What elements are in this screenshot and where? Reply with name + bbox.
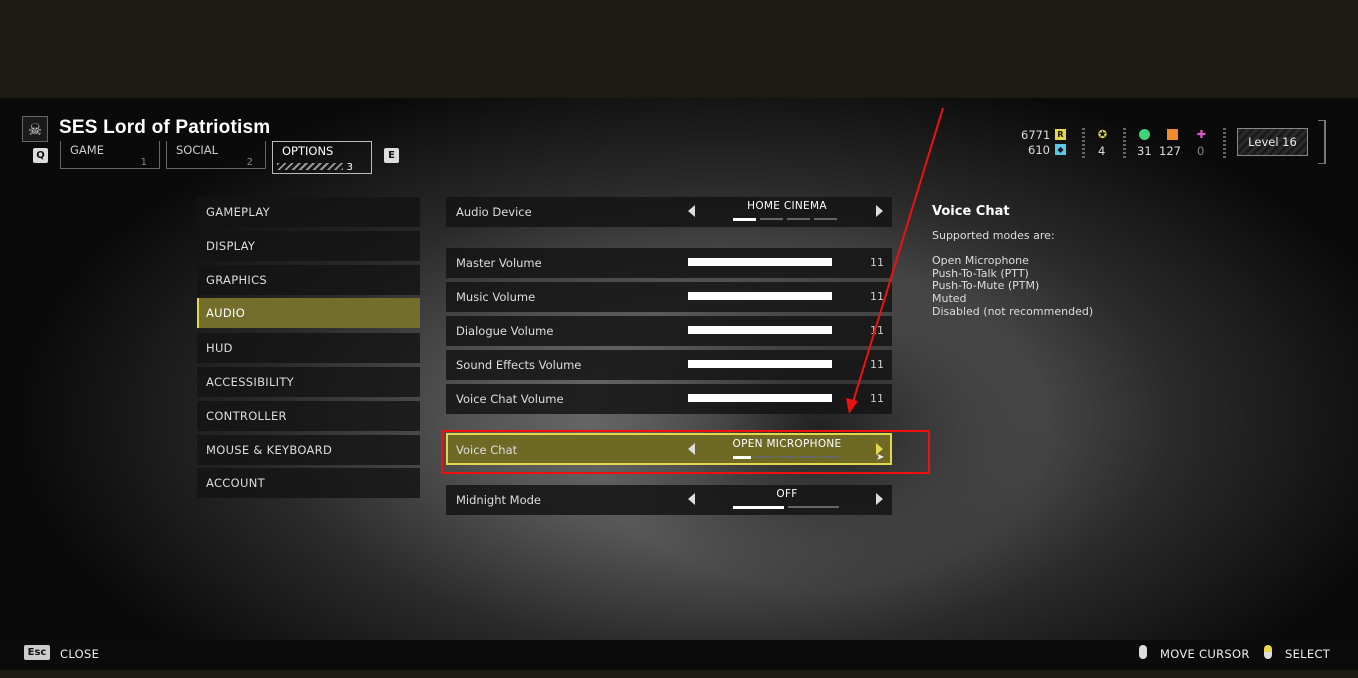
info-intro: Supported modes are: [932, 229, 1055, 242]
select-hint: SELECT [1285, 647, 1331, 661]
info-mode: Disabled (not recommended) [932, 305, 1094, 318]
info-mode: Push-To-Mute (PTM) [932, 279, 1040, 292]
annotation-arrow [846, 107, 944, 414]
info-mode: Muted [932, 292, 967, 305]
info-mode: Open Microphone [932, 254, 1029, 267]
mouse-click-icon [1264, 645, 1272, 659]
close-button[interactable]: CLOSE [60, 647, 99, 661]
move-cursor-hint: MOVE CURSOR [1160, 647, 1250, 661]
info-title: Voice Chat [932, 204, 1010, 219]
esc-key[interactable]: Esc [24, 645, 50, 660]
mouse-move-icon [1139, 645, 1147, 659]
